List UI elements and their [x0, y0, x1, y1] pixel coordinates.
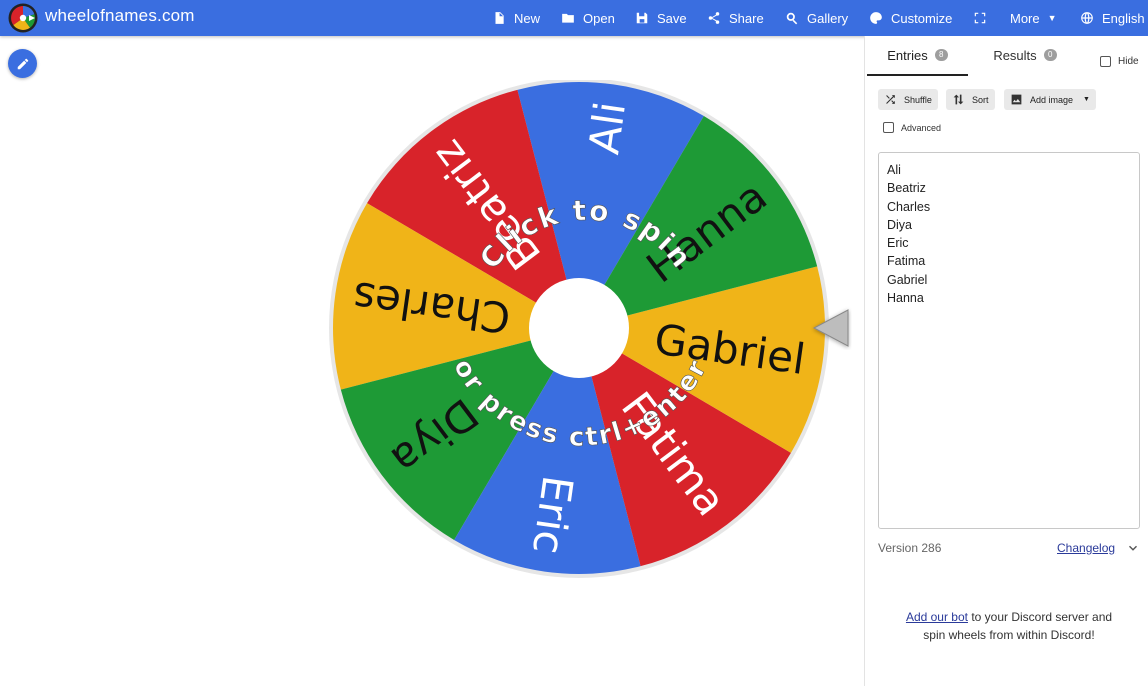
wheel-label-ali: Ali: [579, 99, 635, 157]
wheel-center: [529, 278, 629, 378]
add-image-button[interactable]: Add image ▼: [1004, 89, 1096, 110]
site-title[interactable]: wheelofnames.com: [45, 6, 195, 26]
fullscreen-icon: [974, 12, 986, 24]
top-bar: wheelofnames.com New Open Save Share Gal…: [0, 0, 1148, 36]
chevron-down-icon: ▼: [1047, 13, 1057, 23]
add-bot-link[interactable]: Add our bot: [906, 610, 968, 624]
entries-count-badge: 8: [934, 49, 948, 61]
wheel[interactable]: AliBeatrizCharlesDiyaEric FatimaGabrielHa…: [328, 80, 868, 590]
language-select[interactable]: English: [1080, 0, 1145, 36]
palette-icon: [870, 12, 882, 24]
sort-icon: [953, 94, 964, 105]
wheel-area: Ali Beatriz Charles Diya Eric Fatima Gabriel Ha…: [0, 36, 864, 686]
sort-button[interactable]: Sort: [946, 89, 995, 110]
version-label: Version 286: [878, 541, 942, 555]
more-menu[interactable]: More ▼: [1010, 0, 1057, 36]
chevron-down-icon: ▼: [1083, 96, 1090, 103]
save-icon: [636, 12, 648, 24]
tab-results[interactable]: Results 0: [975, 48, 1075, 76]
customize-button[interactable]: Customize: [869, 0, 952, 36]
gallery-button[interactable]: Gallery: [785, 0, 848, 36]
tab-entries[interactable]: Entries 8: [867, 48, 968, 76]
folder-icon: [562, 13, 574, 23]
share-button[interactable]: Share: [707, 0, 764, 36]
changelog-link[interactable]: Changelog: [1057, 541, 1115, 555]
share-icon: [708, 12, 720, 24]
open-button[interactable]: Open: [561, 0, 615, 36]
hide-toggle[interactable]: Hide: [1100, 56, 1139, 67]
shuffle-button[interactable]: Shuffle: [878, 89, 938, 110]
new-button[interactable]: New: [492, 0, 540, 36]
hide-checkbox[interactable]: [1100, 56, 1111, 67]
save-button[interactable]: Save: [635, 0, 687, 36]
discord-promo: Add our bot to your Discord server and s…: [905, 610, 1113, 642]
chevron-down-icon[interactable]: [1126, 541, 1140, 555]
advanced-toggle[interactable]: Advanced: [883, 122, 941, 133]
results-count-badge: 0: [1043, 49, 1057, 61]
entries-textarea[interactable]: Ali Beatriz Charles Diya Eric Fatima Gab…: [878, 152, 1140, 529]
file-icon: [495, 12, 504, 24]
side-panel: Entries 8 Results 0 Hide Shuffle Sort Ad…: [864, 36, 1148, 686]
globe-icon: [1081, 12, 1093, 24]
fullscreen-button[interactable]: [973, 0, 995, 36]
logo-icon[interactable]: [8, 3, 38, 33]
advanced-checkbox[interactable]: [883, 122, 894, 133]
search-icon: [786, 12, 798, 25]
shuffle-icon: [886, 95, 895, 104]
image-icon: [1011, 94, 1022, 105]
